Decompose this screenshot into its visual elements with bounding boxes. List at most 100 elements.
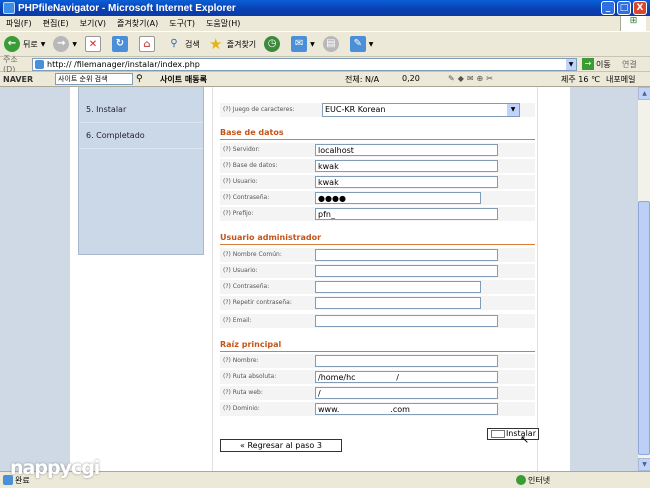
menu-file[interactable]: 파일(F) (6, 18, 32, 29)
field-label: (?) Prefijo: (223, 210, 254, 217)
browser-viewport: 5. Instalar 6. Completado (?) Juego de c… (0, 87, 637, 471)
forward-arrow-icon: → (53, 36, 70, 52)
links-label[interactable]: 연결 (622, 59, 637, 70)
address-bar: 주소(D) http:// /filemanager/instalar/inde… (0, 55, 650, 74)
search-icon: ⚲ (170, 38, 178, 49)
admin-password-repeat-field[interactable] (315, 297, 481, 309)
section-root: Raíz principal (220, 340, 535, 352)
prefix-field[interactable] (315, 208, 498, 220)
maximize-button[interactable]: □ (617, 1, 631, 15)
go-button[interactable]: → 이동 (582, 58, 611, 70)
naver-mail[interactable]: 내포메일 (606, 74, 635, 85)
mail-icon: ✉ (291, 36, 308, 52)
field-label: (?) Ruta web: (223, 389, 263, 396)
edit-button[interactable]: ✎ ▼ (349, 36, 374, 52)
menu-view[interactable]: 보기(V) (80, 18, 106, 29)
search-button[interactable]: ⚲ 검색 (166, 36, 199, 52)
charset-select[interactable]: EUC-KR Korean ▼ (322, 103, 520, 117)
back-arrow-icon: ← (4, 36, 20, 52)
stop-button[interactable]: ✕ (84, 36, 104, 52)
scroll-thumb[interactable] (638, 201, 650, 455)
charset-label: (?) Juego de caracteres: (223, 106, 295, 113)
database-field[interactable] (315, 160, 498, 172)
web-path-field[interactable] (315, 387, 498, 399)
naver-search-icon[interactable]: ⚲ (136, 74, 143, 84)
step-completado: 6. Completado (79, 123, 203, 149)
scroll-up-icon[interactable]: ▲ (638, 87, 650, 100)
menu-edit[interactable]: 편집(E) (43, 18, 69, 29)
form-row: (?) Nombre Común: (220, 248, 535, 263)
edit-icon: ✎ (349, 36, 366, 52)
refresh-button[interactable]: ↻ (111, 36, 131, 52)
forward-button[interactable]: → ▼ (53, 36, 77, 52)
internet-zone-icon (516, 475, 526, 485)
form-row: (?) Ruta web: (220, 386, 535, 401)
back-label: 뒤로 (23, 39, 38, 49)
minimize-button[interactable]: _ (601, 1, 615, 15)
ie-icon (3, 2, 15, 14)
install-button[interactable]: Instalar (487, 428, 539, 440)
print-icon: ▤ (322, 36, 339, 52)
mouse-cursor-icon: ↖ (520, 433, 530, 446)
back-button[interactable]: ← 뒤로 ▼ (4, 36, 45, 52)
db-user-field[interactable] (315, 176, 498, 188)
admin-user-field[interactable] (315, 265, 498, 277)
form-row: (?) Prefijo: (220, 207, 535, 222)
address-dropdown-icon[interactable]: ▼ (566, 59, 576, 70)
section-admin-user: Usuario administrador (220, 233, 535, 245)
page: 5. Instalar 6. Completado (?) Juego de c… (70, 87, 570, 471)
menu-tools[interactable]: 도구(T) (169, 18, 195, 29)
favorites-button[interactable]: ★ 즐겨찾기 (208, 36, 256, 52)
back-to-step-3-button[interactable]: « Regresar al paso 3 (220, 439, 342, 452)
star-icon: ★ (208, 35, 223, 53)
refresh-icon: ↻ (111, 36, 128, 52)
naver-search-input[interactable]: 사이트 순위 검색 (55, 73, 133, 85)
address-label: 주소(D) (3, 55, 18, 74)
naver-weather[interactable]: 제주 16 ℃ (561, 74, 600, 85)
home-button[interactable]: ⌂ (138, 36, 158, 52)
naver-index: 0,20 (402, 74, 420, 83)
form-row: (?) Servidor: (220, 143, 535, 158)
history-icon: ◷ (264, 36, 281, 52)
mail-dropdown-icon[interactable]: ▼ (310, 41, 315, 48)
naver-hot-link[interactable]: 사이트 매동록 (160, 74, 207, 85)
form-row: (?) Contraseña: (220, 191, 535, 206)
print-button[interactable]: ▤ (322, 36, 342, 52)
field-label: (?) Repetir contraseña: (223, 299, 292, 306)
db-password-field[interactable] (315, 192, 481, 204)
menu-help[interactable]: 도움말(H) (206, 18, 240, 29)
domain-field[interactable] (315, 403, 498, 415)
vertical-scrollbar[interactable]: ▲ ▼ (637, 87, 650, 471)
menu-favorites[interactable]: 즐겨찾기(A) (117, 18, 158, 29)
menu-bar: 파일(F) 편집(E) 보기(V) 즐겨찾기(A) 도구(T) 도움말(H) (0, 16, 650, 31)
field-label: (?) Contraseña: (223, 283, 270, 290)
mail-button[interactable]: ✉ ▼ (291, 36, 315, 52)
edit-dropdown-icon[interactable]: ▼ (369, 41, 374, 48)
admin-name-field[interactable] (315, 249, 498, 261)
form-row: (?) Base de datos: (220, 159, 535, 174)
favorites-label: 즐겨찾기 (226, 39, 257, 49)
field-label: (?) Usuario: (223, 267, 258, 274)
root-name-field[interactable] (315, 355, 498, 367)
field-label: (?) Base de datos: (223, 162, 278, 169)
toolbar: ← 뒤로 ▼ → ▼ ✕ ↻ ⌂ ⚲ 검색 ★ 즐겨찾기 ◷ ✉ ▼ ▤ ✎ ▼ (0, 31, 650, 57)
field-label: (?) Usuario: (223, 178, 258, 185)
history-button[interactable]: ◷ (264, 36, 283, 52)
home-icon: ⌂ (138, 36, 155, 52)
admin-email-field[interactable] (315, 315, 498, 327)
watermark-logo: nappycgi (10, 457, 100, 479)
admin-password-field[interactable] (315, 281, 481, 293)
field-label: (?) Nombre Común: (223, 251, 282, 258)
form-row: (?) Contraseña: (220, 280, 535, 295)
server-field[interactable] (315, 144, 498, 156)
back-dropdown-icon[interactable]: ▼ (41, 41, 46, 48)
naver-tools-icons[interactable]: ✎◆✉⊕✂ (448, 74, 496, 83)
field-label: (?) Dominio: (223, 405, 260, 412)
address-input[interactable]: http:// /filemanager/instalar/index.php (32, 58, 577, 71)
naver-logo[interactable]: NAVER (3, 75, 33, 84)
scroll-down-icon[interactable]: ▼ (638, 458, 650, 471)
close-button[interactable]: X (633, 1, 647, 15)
absolute-path-field[interactable] (315, 371, 498, 383)
forward-dropdown-icon[interactable]: ▼ (72, 41, 77, 48)
form-row: (?) Dominio: (220, 402, 535, 417)
